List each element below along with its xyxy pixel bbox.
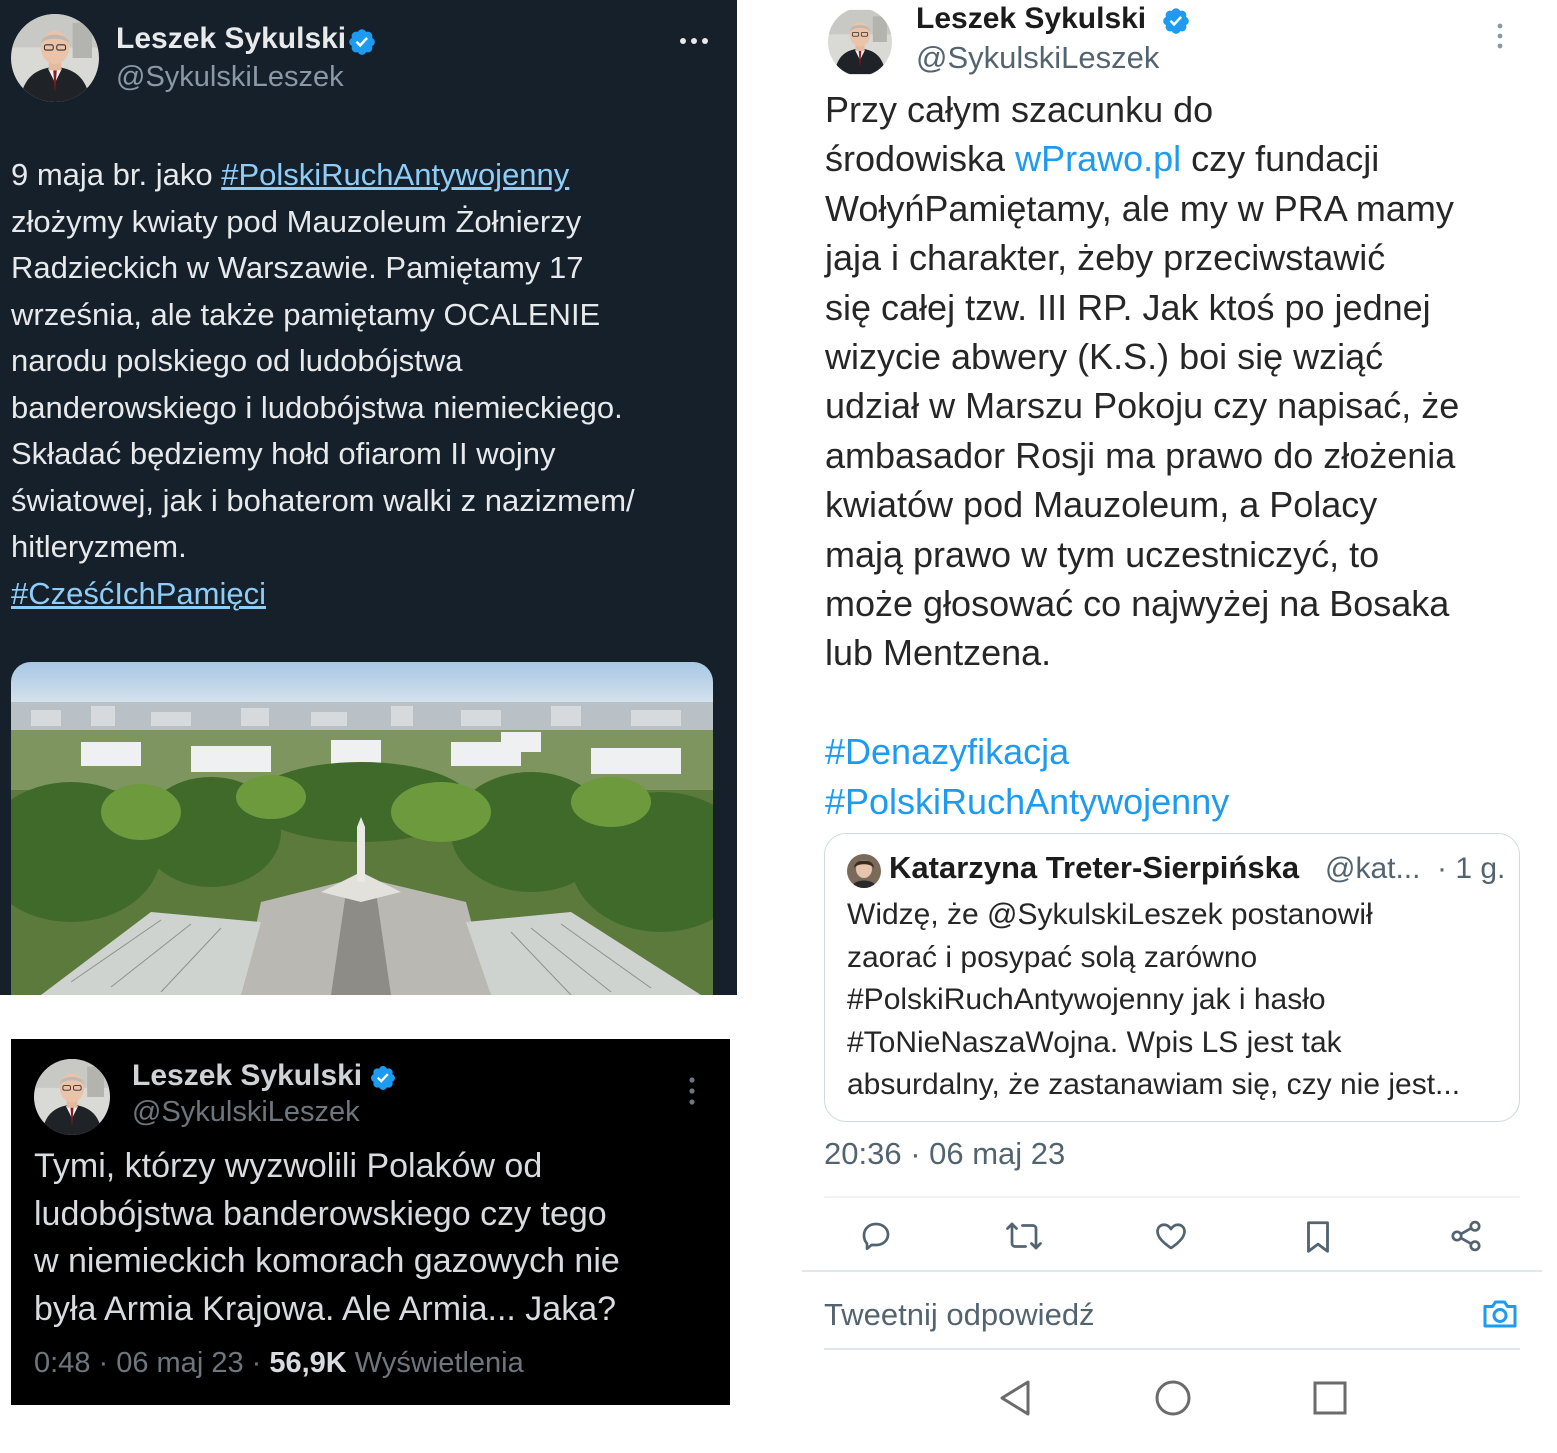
divider: [824, 1196, 1520, 1198]
tweet-text-line: była Armia Krajowa. Ale Armia... Jaka?: [34, 1289, 617, 1328]
tweet-text-line: ambasador Rosji ma prawo do złożenia: [825, 434, 1456, 476]
quoted-author-handle: @kat...: [1325, 852, 1421, 885]
tweet-text: Tymi, którzy wyzwolili Polaków od ludobó…: [34, 1143, 724, 1333]
tweet-text-line: kwiatów pod Mauzoleum, a Polacy: [825, 484, 1378, 526]
quoted-text: Widzę, że @SykulskiLeszek postanowił zao…: [847, 894, 1507, 1107]
tweet-text-line: środowiska: [825, 138, 1016, 180]
avatar[interactable]: [34, 1059, 110, 1135]
more-options-icon[interactable]: [1495, 22, 1505, 50]
tweet-text-line: Tymi, którzy wyzwolili Polaków od: [34, 1147, 543, 1185]
quoted-time: · 1 g.: [1437, 852, 1506, 885]
tweet-text-line: wizycie abwery (K.S.) boi się wziąć: [825, 336, 1384, 378]
camera-icon[interactable]: [1480, 1296, 1520, 1332]
tweet-text-line: się całej tzw. III RP. Jak ktoś po jedne…: [825, 286, 1431, 328]
tweet-meta: 0:48 · 06 maj 23 · 56,9K Wyświetlenia: [34, 1347, 524, 1380]
link-wprawo[interactable]: wPrawo.pl: [1015, 138, 1181, 179]
hashtag-link[interactable]: #PolskiRuchAntywojenny: [825, 777, 1545, 826]
quoted-text-line: #PolskiRuchAntywojenny jak i hasło: [847, 983, 1326, 1016]
author-name[interactable]: Leszek Sykulski: [132, 1059, 362, 1093]
quoted-text-line: #ToNieNaszaWojna. Wpis LS jest tak: [847, 1025, 1342, 1059]
tweet-timestamp[interactable]: 20:36 · 06 maj 23: [824, 1136, 1065, 1172]
author-name[interactable]: Leszek Sykulski: [916, 2, 1146, 36]
author-handle[interactable]: @SykulskiLeszek: [116, 61, 344, 94]
views-count: 56,9K: [269, 1347, 347, 1379]
tweet-text: Przy całym szacunku do środowiska wPrawo…: [825, 85, 1545, 826]
more-options-icon[interactable]: [687, 1076, 697, 1106]
tweet-text-line: września, ale także pamiętamy OCALENIE: [11, 296, 601, 332]
tweet-text-line: złożymy kwiaty pod Mauzoleum Żołnierzy: [11, 203, 582, 239]
tweet-text: 9 maja br. jako #PolskiRuchAntywojenny z…: [11, 152, 727, 617]
tweet-text-line: banderowskiego i ludobójstwa niemieckieg…: [11, 389, 623, 425]
tweet-text-line: WołyńPamiętamy, ale my w PRA mamy: [825, 187, 1454, 229]
tweet-photo[interactable]: [11, 662, 713, 995]
divider: [802, 1270, 1542, 1272]
author-handle[interactable]: @SykulskiLeszek: [132, 1096, 360, 1129]
author-name[interactable]: Leszek Sykulski: [116, 22, 346, 56]
retweet-icon[interactable]: [1004, 1218, 1044, 1254]
hashtag-link[interactable]: #CześćIchPamięci: [11, 576, 266, 611]
tweet-text-line: hitleryzmem.: [11, 529, 187, 564]
tweet-text-line: 9 maja br. jako: [11, 157, 222, 192]
tweet-text-line: lub Mentzena.: [825, 632, 1052, 674]
quoted-author-name: Katarzyna Treter-Sierpińska: [889, 850, 1300, 885]
verified-badge-icon: [369, 1064, 397, 1092]
tweet-text-line: w niemieckich komorach gazowych nie: [34, 1242, 620, 1280]
quoted-tweet[interactable]: Katarzyna Treter-Sierpińska @kat... · 1 …: [824, 833, 1520, 1122]
tweet-text-line: Radzieckich w Warszawie. Pamiętamy 17: [11, 250, 584, 285]
tweet-text-line: jaja i charakter, żeby przeciwstawić: [825, 237, 1386, 279]
tweet-time[interactable]: 0:48 · 06 maj 23 ·: [34, 1347, 269, 1379]
tweet-text-line: mają prawo w tym uczestniczyć, to: [825, 533, 1380, 575]
share-icon[interactable]: [1448, 1218, 1484, 1254]
divider: [824, 1348, 1520, 1350]
views-label: Wyświetlenia: [346, 1347, 524, 1379]
tweet-text-line: czy fundacji: [1181, 138, 1380, 180]
reply-icon[interactable]: [858, 1218, 894, 1254]
quoted-avatar: [847, 854, 881, 888]
tweet-black: Leszek Sykulski @SykulskiLeszek Tymi, kt…: [11, 1039, 730, 1405]
back-icon[interactable]: [998, 1378, 1032, 1418]
tweet-text-line: Przy całym szacunku do: [825, 89, 1214, 130]
avatar[interactable]: [828, 8, 892, 76]
tweet-dark: Leszek Sykulski @SykulskiLeszek 9 maja b…: [0, 0, 737, 995]
quoted-text-line: absurdalny, że zastanawiam się, czy nie …: [847, 1068, 1461, 1101]
home-icon[interactable]: [1154, 1378, 1192, 1418]
tweet-text-line: może głosować co najwyżej na Bosaka: [825, 583, 1450, 625]
tweet-text-line: udział w Marszu Pokoju czy napisać, że: [825, 385, 1460, 427]
verified-badge-icon: [347, 27, 377, 57]
hashtag-link[interactable]: #Denazyfikacja: [825, 727, 1545, 776]
avatar[interactable]: [11, 14, 99, 102]
tweet-text-line: narodu polskiego od ludobójstwa: [11, 343, 463, 378]
author-handle[interactable]: @SykulskiLeszek: [916, 40, 1159, 76]
verified-badge-icon: [1161, 6, 1191, 36]
quoted-text-line: zaorać i posypać solą zarówno: [847, 940, 1258, 974]
tweet-text-line: ludobójstwa banderowskiego czy tego: [34, 1194, 607, 1233]
quoted-text-line: Widzę, że @SykulskiLeszek postanowił: [847, 898, 1373, 931]
tweet-text-line: światowej, jak i bohaterom walki z naziz…: [11, 482, 635, 518]
tweet-light: Leszek Sykulski @SykulskiLeszek Przy cał…: [760, 0, 1557, 1453]
like-icon[interactable]: [1152, 1218, 1190, 1254]
tweet-text-line: Składać będziemy hołd ofiarom II wojny: [11, 436, 556, 471]
hashtag-link[interactable]: #PolskiRuchAntywojenny: [221, 157, 569, 192]
recents-icon[interactable]: [1312, 1378, 1348, 1418]
more-options-icon[interactable]: [678, 30, 710, 52]
bookmark-icon[interactable]: [1302, 1218, 1334, 1256]
reply-input[interactable]: Tweetnij odpowiedź: [824, 1297, 1095, 1333]
